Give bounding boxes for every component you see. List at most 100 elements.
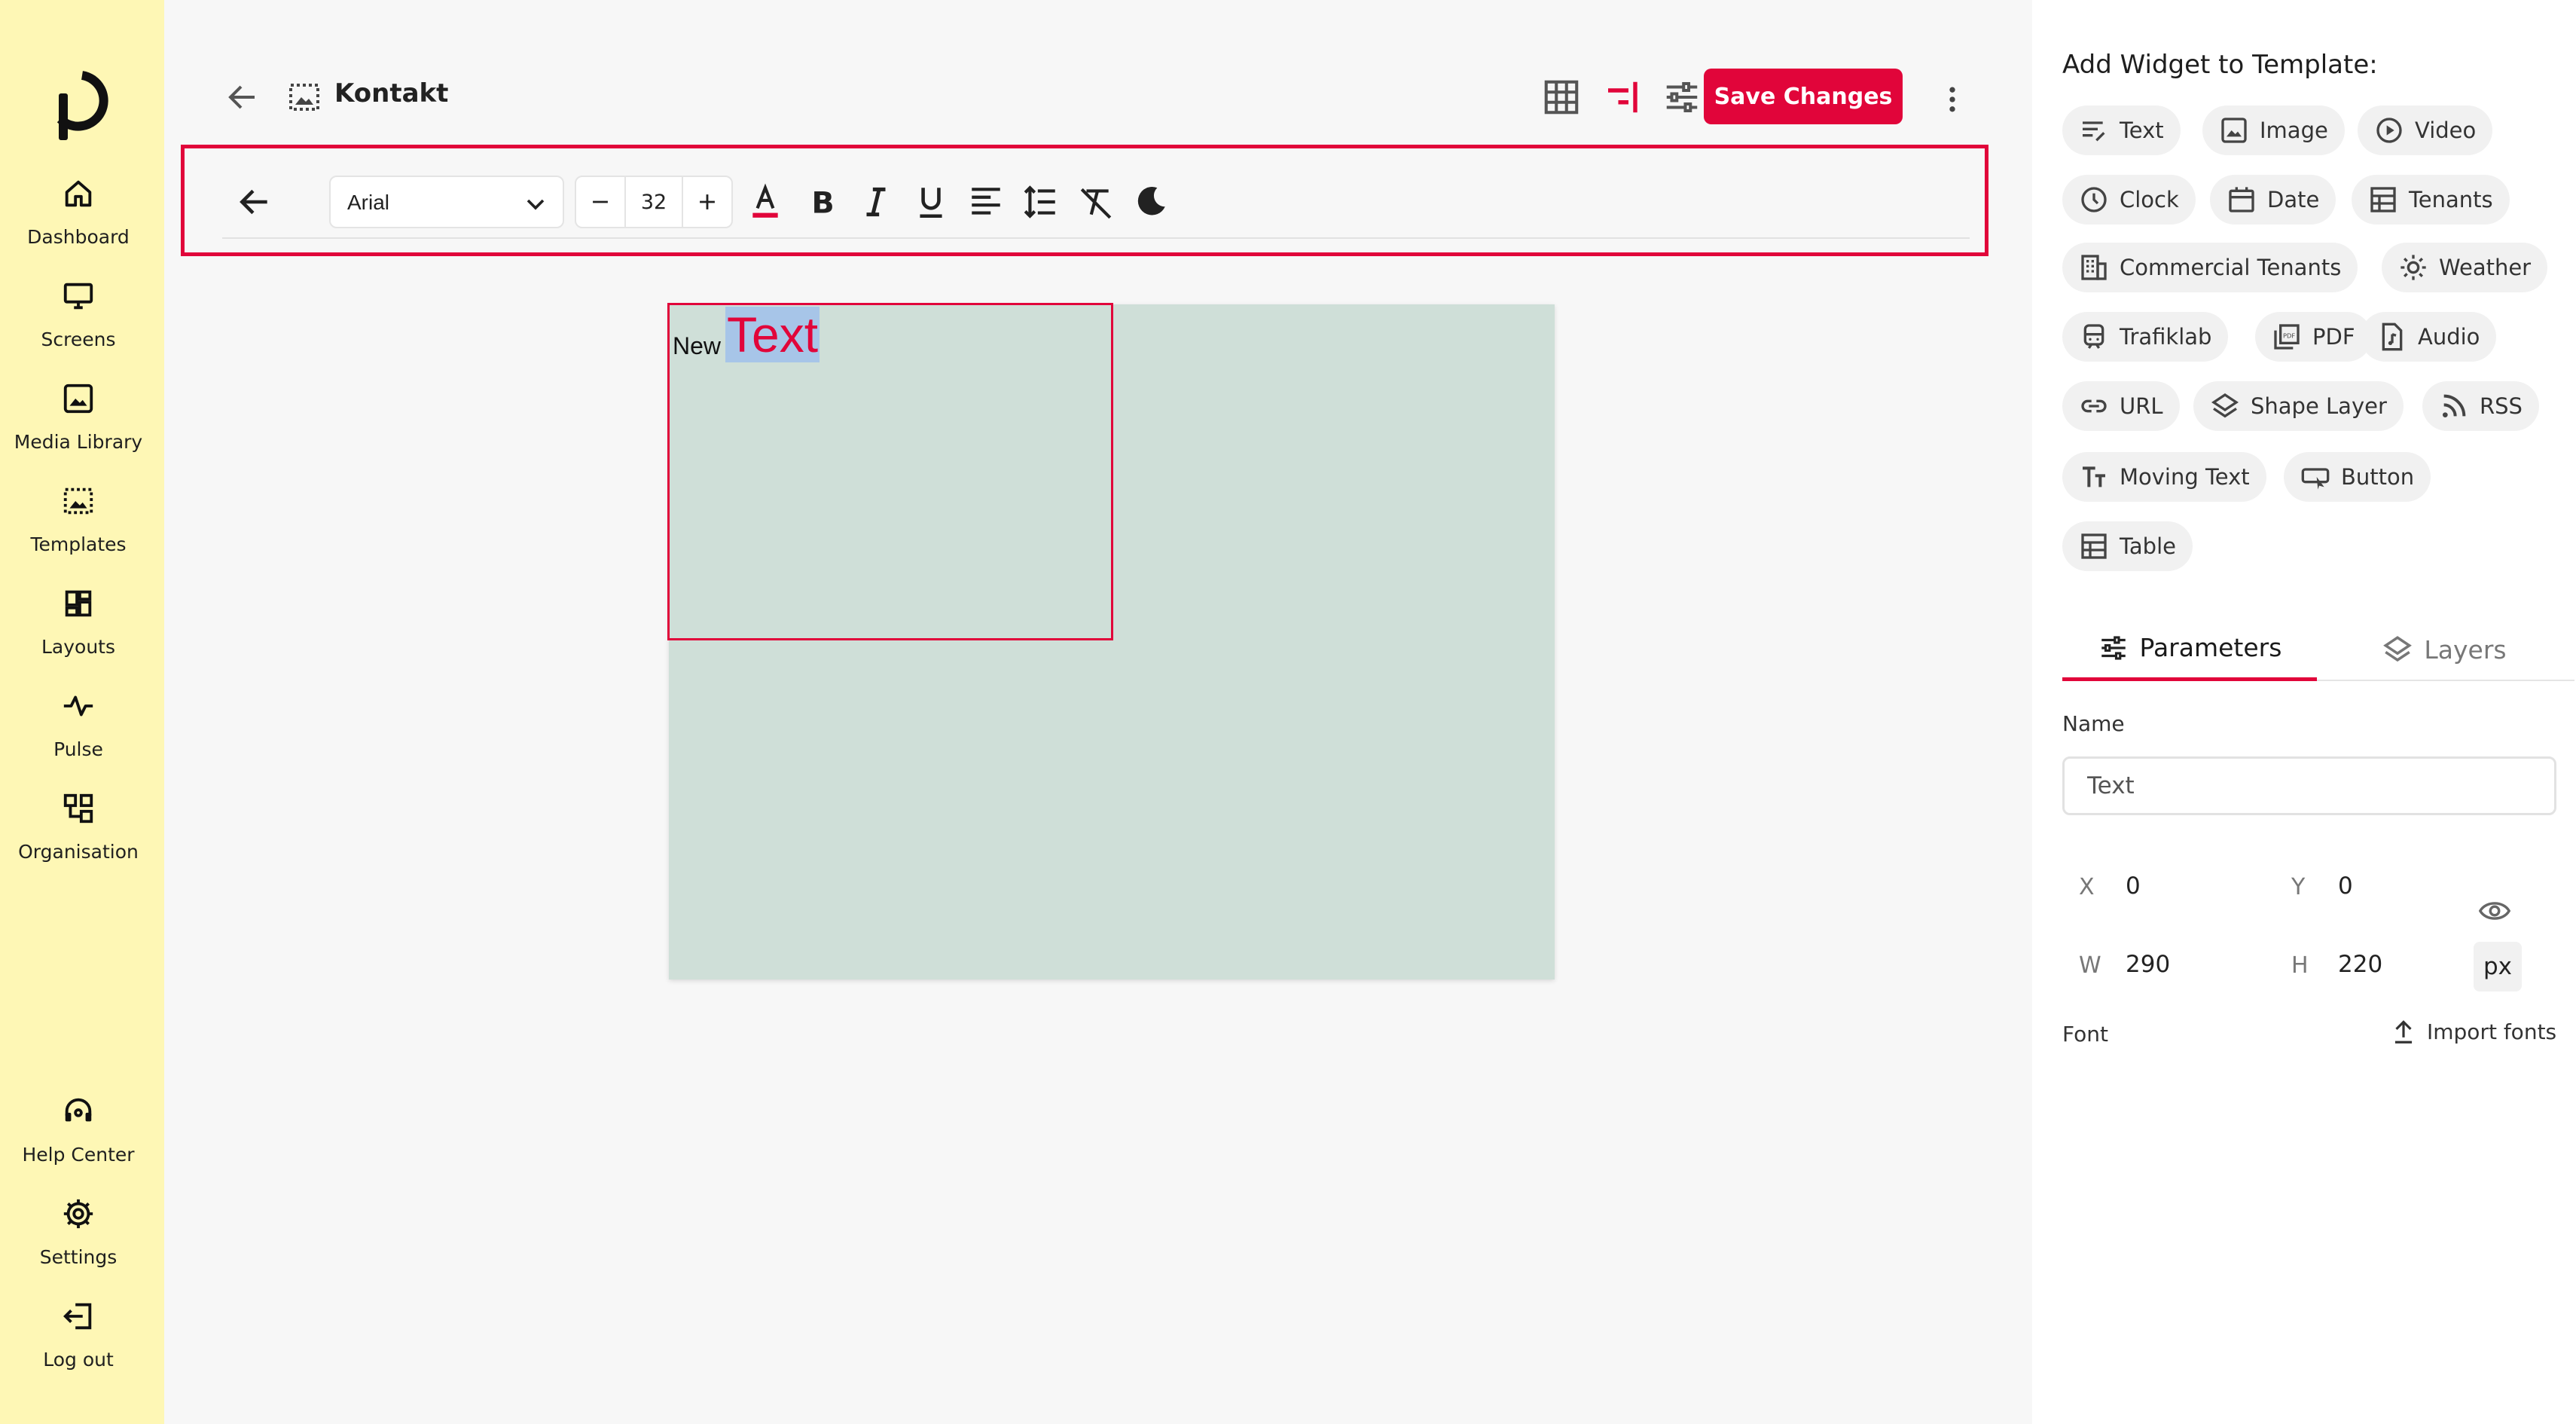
h-value[interactable]: 220 [2338,951,2382,978]
chevron-down-icon [526,199,545,210]
widget-chip-text[interactable]: Text [2062,105,2181,155]
increase-size-button[interactable] [683,177,731,227]
y-value[interactable]: 0 [2338,872,2353,900]
sidebar-item-help-center[interactable]: Help Center [0,1094,157,1166]
sidebar-item-label: Layouts [41,636,115,658]
tab-layers[interactable]: Layers [2317,618,2571,681]
text-format-toolbar: Arial 32 B [181,145,1988,256]
line-height-icon[interactable] [1022,183,1060,221]
h-label: H [2291,952,2309,979]
widget-chip-weather[interactable]: Weather [2382,243,2548,292]
tab-label: Layers [2424,634,2507,665]
widget-chip-clock[interactable]: Clock [2062,175,2196,225]
widget-chip-video[interactable]: Video [2358,105,2493,155]
sidebar-item-log-out[interactable]: Log out [0,1299,157,1371]
plus-icon [700,194,715,209]
eye-icon[interactable] [2475,894,2514,928]
sidebar-item-templates[interactable]: Templates [0,484,157,555]
sliders-icon[interactable] [1662,77,1702,118]
w-value[interactable]: 290 [2126,951,2170,978]
play-icon [2376,118,2402,143]
sidebar-item-label: Screens [41,328,116,350]
sidebar-item-organisation[interactable]: Organisation [0,791,157,863]
tab-label: Parameters [2139,633,2282,662]
sidebar-item-dashboard[interactable]: Dashboard [0,176,157,248]
sidebar-item-pulse[interactable]: Pulse [0,689,157,760]
text-widget-word-selected: Text [725,307,820,362]
widget-chip-table[interactable]: Table [2062,521,2193,571]
widget-chip-audio[interactable]: Audio [2361,312,2497,362]
sidebar-item-settings[interactable]: Settings [0,1196,157,1268]
import-fonts-label: Import fonts [2427,1019,2557,1044]
widget-chip-rss[interactable]: RSS [2422,381,2539,431]
widget-chip-commercial-tenants[interactable]: Commercial Tenants [2062,243,2358,292]
widget-chip-label: Clock [2120,187,2179,212]
more-options-icon[interactable] [1936,81,1969,118]
grid-icon[interactable] [1541,77,1582,118]
audio-file-icon [2382,322,2403,351]
sidebar-item-media-library[interactable]: Media Library [0,381,157,453]
gear-icon [63,1199,93,1229]
widget-chip-button[interactable]: Button [2284,452,2431,502]
calendar-icon [2229,187,2254,212]
sidebar-item-screens[interactable]: Screens [0,279,157,350]
italic-icon[interactable] [857,183,895,221]
button-icon [2301,468,2330,490]
decrease-size-button[interactable] [576,177,624,227]
widget-chip-label: Table [2120,533,2176,559]
font-size-value[interactable]: 32 [624,177,683,227]
pulse-icon [63,695,93,717]
template-icon [63,487,93,515]
y-label: Y [2291,874,2306,900]
sun-icon [2401,255,2426,280]
font-size-stepper: 32 [575,176,733,228]
widget-chip-trafiklab[interactable]: Trafiklab [2062,312,2229,362]
bold-icon[interactable]: B [802,183,840,221]
widget-chip-label: Audio [2418,324,2480,350]
widget-chip-tenants[interactable]: Tenants [2352,175,2510,225]
text-color-icon[interactable] [746,183,784,221]
widget-chip-label: Text [2120,118,2164,143]
layers-icon [2383,636,2413,662]
dark-mode-icon[interactable] [1132,183,1170,221]
widget-chip-label: PDF [2312,324,2355,350]
panel-tabs: Parameters Layers [2062,618,2574,681]
widget-chip-shape-layer[interactable]: Shape Layer [2193,381,2404,431]
font-family-value: Arial [347,191,390,214]
back-arrow-icon[interactable] [224,79,261,115]
font-label: Font [2062,1022,2108,1047]
font-family-select[interactable]: Arial [329,176,564,228]
name-field[interactable] [2062,756,2556,815]
save-changes-button[interactable]: Save Changes [1704,69,1903,124]
clear-format-icon[interactable] [1077,183,1115,221]
widget-chip-moving-text[interactable]: Moving Text [2062,452,2266,502]
layout-icon [65,590,92,617]
app-logo [56,71,108,140]
sidebar-item-label: Settings [39,1246,118,1268]
properties-panel: Add Widget to Template: Text Image Video… [2032,0,2576,1424]
back-arrow-icon[interactable] [236,183,273,221]
widget-chip-pdf[interactable]: PDF PDF [2255,312,2372,362]
align-left-icon[interactable] [967,183,1005,221]
widget-chip-label: Button [2341,464,2415,490]
widget-chip-url[interactable]: URL [2062,381,2180,431]
train-icon [2083,324,2104,349]
widget-chip-image[interactable]: Image [2202,105,2345,155]
widget-chip-date[interactable]: Date [2210,175,2336,225]
import-fonts-button[interactable]: Import fonts [2389,1017,2556,1046]
x-value[interactable]: 0 [2126,872,2141,900]
tab-parameters[interactable]: Parameters [2062,618,2317,681]
unit-toggle[interactable]: px [2474,942,2522,992]
template-icon [289,84,319,111]
page-title: Kontakt [334,78,449,108]
upload-icon [2394,1020,2413,1044]
underline-icon[interactable] [912,183,950,221]
widget-chip-label: URL [2120,393,2163,419]
logout-icon [63,1303,92,1330]
align-right-icon[interactable] [1601,77,1642,118]
sidebar-item-layouts[interactable]: Layouts [0,586,157,658]
svg-text:B: B [812,186,835,221]
widget-chip-label: Video [2415,118,2477,143]
widget-chip-label: RSS [2480,393,2523,419]
text-widget[interactable]: New Text [667,303,1113,640]
